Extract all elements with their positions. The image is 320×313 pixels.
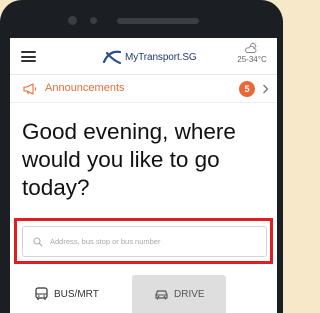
front-camera (68, 16, 77, 25)
tab-drive-label: DRIVE (174, 288, 205, 300)
chevron-right-icon[interactable] (262, 84, 269, 94)
search-placeholder: Address, bus stop or bus number (50, 237, 161, 246)
logo-text: MyTransport.SG (125, 51, 197, 63)
transport-mode-tabs: BUS/MRT DRIVE (20, 275, 267, 313)
announcements-count-badge: 5 (239, 81, 255, 97)
search-icon (33, 236, 43, 247)
app-header: MyTransport.SG 25-34°C (10, 38, 277, 75)
sensor (90, 17, 97, 24)
phone-frame: MyTransport.SG 25-34°C Announcements 5 G… (0, 0, 283, 313)
tab-bus-mrt[interactable]: BUS/MRT (20, 275, 122, 313)
hamburger-menu-icon[interactable] (21, 51, 36, 62)
app-screen: MyTransport.SG 25-34°C Announcements 5 G… (10, 38, 277, 313)
megaphone-icon (23, 83, 37, 95)
announcements-bar[interactable]: Announcements 5 (10, 75, 277, 103)
temperature-range: 25-34°C (237, 55, 267, 64)
phone-top-bar (68, 16, 210, 26)
weather-widget: 25-34°C (230, 42, 274, 64)
partly-cloudy-icon (245, 42, 258, 53)
earpiece-speaker (117, 18, 199, 24)
search-input[interactable]: Address, bus stop or bus number (22, 226, 267, 257)
tab-bus-mrt-label: BUS/MRT (54, 288, 99, 300)
app-logo: MyTransport.SG (102, 48, 197, 66)
logo-mark-icon (102, 50, 122, 65)
bus-icon (35, 287, 48, 300)
greeting-heading: Good evening, where would you like to go… (22, 119, 236, 200)
announcements-label: Announcements (45, 82, 125, 94)
tab-drive[interactable]: DRIVE (132, 275, 226, 313)
car-icon (155, 290, 168, 300)
